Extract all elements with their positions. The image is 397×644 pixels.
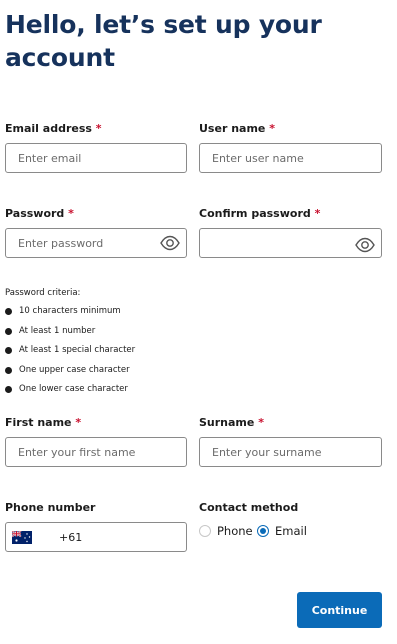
username-input[interactable] — [200, 144, 381, 172]
email-label-text: Email address — [5, 122, 92, 135]
username-label: User name * — [199, 122, 275, 135]
eye-icon[interactable] — [160, 235, 180, 251]
contact-method-email-label: Email — [275, 524, 307, 538]
phone-input[interactable] — [6, 523, 186, 551]
bullet-icon — [5, 327, 12, 335]
surname-field[interactable] — [199, 437, 382, 467]
confirm-password-field[interactable] — [199, 228, 382, 258]
surname-input[interactable] — [200, 438, 381, 466]
password-label: Password * — [5, 207, 74, 220]
required-marker: * — [95, 122, 102, 135]
required-marker: * — [269, 122, 275, 135]
criterion-text: At least 1 number — [19, 325, 96, 336]
first-name-label-text: First name — [5, 416, 72, 429]
contact-method-label: Contact method — [199, 501, 299, 514]
surname-label-text: Surname — [199, 416, 255, 429]
radio-unselected-icon[interactable] — [199, 525, 211, 537]
required-marker: * — [68, 207, 74, 220]
eye-icon[interactable] — [355, 237, 375, 253]
confirm-password-input[interactable] — [200, 229, 381, 257]
confirm-password-label: Confirm password * — [199, 207, 320, 220]
required-marker: * — [258, 416, 264, 429]
password-label-text: Password — [5, 207, 65, 220]
criterion-text: At least 1 special character — [19, 345, 136, 355]
email-label: Email address * — [5, 122, 102, 135]
first-name-field[interactable] — [5, 437, 187, 467]
bullet-icon — [5, 347, 12, 354]
continue-button[interactable]: Continue — [297, 592, 382, 628]
contact-method-phone-label: Phone — [217, 524, 253, 538]
criterion-text: One upper case character — [19, 364, 130, 375]
email-field[interactable] — [5, 143, 187, 173]
required-marker: * — [75, 416, 82, 429]
password-criteria-title: Password criteria: — [5, 288, 81, 298]
required-marker: * — [314, 207, 321, 220]
bullet-icon — [5, 366, 12, 374]
first-name-input[interactable] — [6, 438, 186, 466]
password-field[interactable] — [5, 228, 187, 258]
radio-selected-icon[interactable] — [257, 525, 269, 537]
bullet-icon — [5, 386, 12, 393]
password-input[interactable] — [6, 229, 186, 257]
first-name-label: First name * — [5, 416, 81, 429]
email-input[interactable] — [6, 144, 186, 172]
username-label-text: User name — [199, 122, 266, 135]
bullet-icon — [5, 308, 12, 315]
criterion-text: One lower case character — [19, 384, 128, 394]
username-field[interactable] — [199, 143, 382, 173]
surname-label: Surname * — [199, 416, 264, 429]
phone-field[interactable]: +61 — [5, 522, 187, 552]
phone-label: Phone number — [5, 501, 96, 514]
criterion-text: 10 characters minimum — [19, 306, 121, 316]
page-title: Hello, let’s set up your account — [5, 10, 322, 72]
confirm-password-label-text: Confirm password — [199, 207, 311, 220]
